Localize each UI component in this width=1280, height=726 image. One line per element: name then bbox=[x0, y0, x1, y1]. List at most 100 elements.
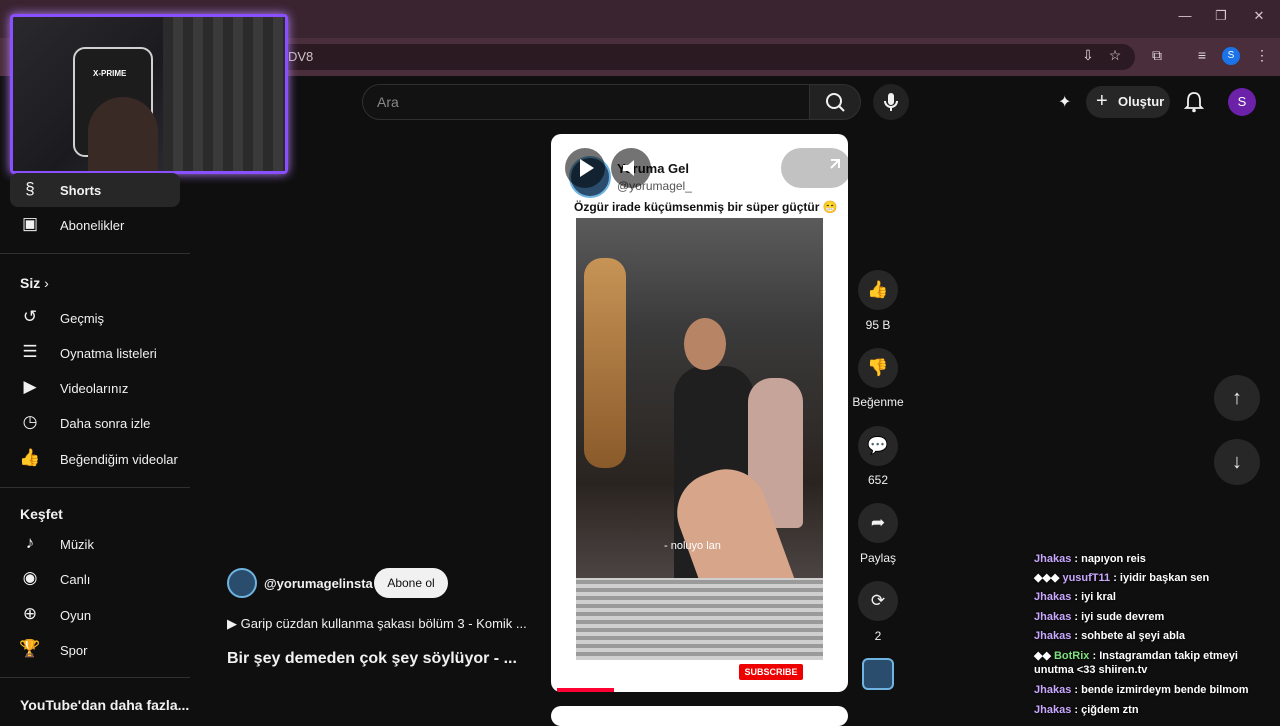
remix-button[interactable]: ⟳ bbox=[858, 581, 898, 621]
url-field[interactable]: DV8 bbox=[270, 44, 1135, 70]
account-avatar[interactable]: S bbox=[1228, 88, 1256, 116]
playlists-icon: ☰ bbox=[22, 342, 38, 361]
sidebar-item-history[interactable]: ↺ Geçmiş bbox=[10, 301, 180, 335]
next-short-preview[interactable] bbox=[551, 706, 848, 726]
sidebar-divider bbox=[0, 677, 190, 678]
sidebar-item-watch-later[interactable]: ◷ Daha sonra izle bbox=[10, 406, 180, 440]
create-button[interactable]: + Oluştur bbox=[1086, 86, 1170, 118]
arrow-up-icon: ↑ bbox=[1232, 387, 1242, 409]
playlist-link[interactable]: ▶ Garip cüzdan kullanma şakası bölüm 3 -… bbox=[227, 616, 537, 632]
history-icon: ↺ bbox=[22, 307, 38, 326]
comment-count: 652 bbox=[867, 473, 889, 487]
chat-message: ◆◆ BotRix : Instagramdan takip etmeyi un… bbox=[1034, 650, 1238, 676]
sidebar-item-gaming[interactable]: ⊕ Oyun bbox=[10, 598, 180, 632]
share-label: Paylaş bbox=[859, 551, 897, 565]
subscribe-button[interactable]: Abone ol bbox=[374, 568, 448, 598]
arrow-down-icon: ↓ bbox=[1232, 451, 1242, 473]
comment-icon: 💬 bbox=[867, 436, 889, 455]
doner-spit bbox=[584, 258, 626, 468]
thumbs-up-icon: 👍 bbox=[867, 280, 889, 299]
dislike-label: Beğenme bbox=[852, 395, 904, 409]
notifications-bell-icon[interactable] bbox=[1183, 91, 1205, 113]
minimize-icon[interactable]: — bbox=[1172, 8, 1198, 28]
install-app-icon[interactable]: ⇩ bbox=[1078, 47, 1098, 67]
chat-message: Jhakas : bende izmirdeym bende bilmom bbox=[1034, 684, 1249, 696]
chat-message: ◆◆◆ yusufT11 : iyidir başkan sen bbox=[1034, 572, 1210, 584]
badge-icons: ◆◆◆ bbox=[1034, 572, 1060, 584]
sidebar-item-music[interactable]: ♪ Müzik bbox=[10, 527, 180, 561]
sidebar-more-heading: YouTube'dan daha fazla... bbox=[20, 697, 190, 713]
your-videos-icon: ▶ bbox=[23, 377, 37, 396]
music-icon: ♪ bbox=[25, 533, 35, 552]
webcam-overlay: X-PRIME bbox=[10, 14, 288, 174]
browser-menu-icon[interactable]: ⋮ bbox=[1252, 47, 1272, 67]
short-video-player[interactable]: Yoruma Gel @yorumagel_ Özgür irade küçüm… bbox=[551, 134, 848, 692]
sidebar-item-live[interactable]: ◉ Canlı bbox=[10, 562, 180, 596]
share-button[interactable]: ➦ bbox=[858, 503, 898, 543]
remix-count: 2 bbox=[874, 629, 882, 643]
sidebar-item-liked-videos[interactable]: 👍 Beğendiğim videolar bbox=[10, 442, 180, 476]
like-button[interactable]: 👍 bbox=[858, 270, 898, 310]
sidebar-divider bbox=[0, 253, 190, 254]
search-button[interactable] bbox=[809, 84, 861, 120]
counter bbox=[576, 578, 823, 660]
video-subtitle: - noluyo lan bbox=[664, 540, 721, 552]
video-title[interactable]: Bir şey demeden çok şey söylüyor - ... bbox=[227, 650, 527, 668]
expand-button[interactable] bbox=[781, 148, 848, 188]
chat-message: Jhakas : çiğdem ztn bbox=[1034, 704, 1139, 716]
sidebar-item-your-videos[interactable]: ▶ Videolarınız bbox=[10, 371, 180, 405]
sidebar-you-heading[interactable]: Siz › bbox=[20, 275, 49, 291]
share-icon: ➦ bbox=[870, 513, 886, 532]
liked-icon: 👍 bbox=[19, 448, 41, 467]
dislike-button[interactable]: 👎 bbox=[858, 348, 898, 388]
chef-head bbox=[684, 318, 726, 370]
subscribe-badge: SUBSCRIBE bbox=[739, 664, 803, 680]
play-icon bbox=[580, 159, 594, 177]
channel-name[interactable]: @yorumagelinsta bbox=[264, 576, 373, 591]
chair-logo: X-PRIME bbox=[93, 69, 127, 78]
sidebar-item-sports[interactable]: 🏆 Spor bbox=[10, 633, 180, 667]
sidebar-explore-heading: Keşfet bbox=[20, 506, 63, 522]
chat-message: Jhakas : napıyon reis bbox=[1034, 553, 1146, 565]
search-icon bbox=[826, 93, 845, 112]
mic-icon bbox=[884, 93, 898, 111]
thumbs-down-icon: 👎 bbox=[867, 358, 889, 377]
sidebar-item-shorts[interactable]: § Shorts bbox=[10, 173, 180, 207]
shorts-icon: § bbox=[25, 179, 35, 198]
chat-message: Jhakas : iyi sude devrem bbox=[1034, 611, 1165, 623]
watch-later-icon: ◷ bbox=[22, 412, 38, 431]
search-input[interactable]: Ara bbox=[362, 84, 810, 120]
curtain bbox=[163, 17, 285, 171]
restore-icon[interactable]: ❐ bbox=[1208, 8, 1234, 28]
play-button[interactable] bbox=[565, 148, 605, 188]
sidebar-divider bbox=[0, 487, 190, 488]
subscriptions-icon: ▣ bbox=[21, 214, 39, 233]
volume-button[interactable] bbox=[611, 148, 651, 188]
close-icon[interactable]: ✕ bbox=[1246, 8, 1272, 28]
browser-profile-avatar[interactable]: S bbox=[1222, 47, 1240, 65]
remix-icon: ⟳ bbox=[870, 591, 886, 610]
premium-sparkle-icon[interactable]: ✦ bbox=[1058, 92, 1078, 112]
sound-channel-thumbnail[interactable] bbox=[862, 658, 894, 690]
expand-icon bbox=[830, 159, 840, 169]
previous-short-button[interactable]: ↑ bbox=[1214, 375, 1260, 421]
plus-icon: + bbox=[1096, 90, 1108, 112]
voice-search-button[interactable] bbox=[873, 84, 909, 120]
channel-avatar[interactable] bbox=[227, 568, 257, 598]
video-caption: Özgür irade küçümsenmiş bir süper güçtür… bbox=[574, 200, 838, 214]
streamer bbox=[88, 97, 158, 171]
gaming-icon: ⊕ bbox=[22, 604, 38, 623]
sidebar-item-subscriptions[interactable]: ▣ Abonelikler bbox=[10, 208, 180, 242]
next-short-button[interactable]: ↓ bbox=[1214, 439, 1260, 485]
extensions-icon[interactable]: ⧉ bbox=[1147, 47, 1167, 67]
progress-bar[interactable] bbox=[557, 688, 614, 692]
video-frame bbox=[576, 218, 823, 660]
live-icon: ◉ bbox=[22, 568, 38, 587]
comments-button[interactable]: 💬 bbox=[858, 426, 898, 466]
bookmark-star-icon[interactable]: ☆ bbox=[1105, 47, 1125, 67]
like-count: 95 B bbox=[865, 318, 891, 332]
sidebar-item-playlists[interactable]: ☰ Oynatma listeleri bbox=[10, 336, 180, 370]
volume-icon bbox=[623, 160, 634, 176]
media-control-icon[interactable]: ≡ bbox=[1192, 47, 1212, 67]
chat-message: Jhakas : sohbete al şeyi abla bbox=[1034, 630, 1186, 642]
